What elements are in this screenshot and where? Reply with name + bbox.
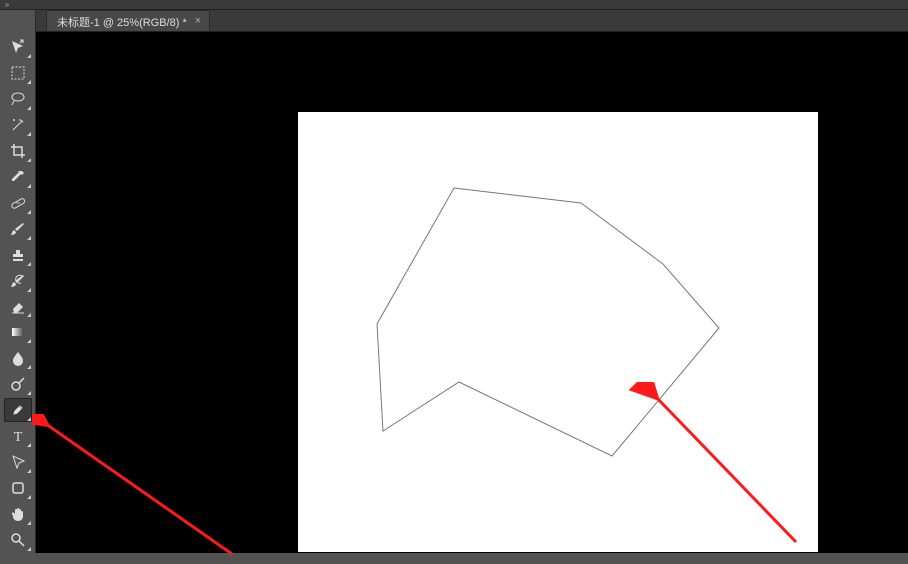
gradient-icon (10, 324, 26, 340)
magic-wand-tool[interactable] (4, 113, 32, 137)
brush-icon (10, 221, 26, 237)
eyedropper-icon (10, 169, 26, 185)
crop-tool[interactable] (4, 139, 32, 163)
zoom-tool[interactable] (4, 528, 32, 552)
tools-panel: T (0, 10, 36, 553)
stamp-tool[interactable] (4, 243, 32, 267)
shape-tool[interactable] (4, 476, 32, 500)
pathsel-icon (10, 454, 26, 470)
type-tool[interactable]: T (4, 424, 32, 448)
marquee-tool[interactable] (4, 61, 32, 85)
move-tool[interactable] (4, 35, 32, 59)
eyedropper-tool[interactable] (4, 165, 32, 189)
shape-icon (10, 480, 26, 496)
gradient-tool[interactable] (4, 320, 32, 344)
pen-tool[interactable] (4, 398, 32, 422)
dodge-icon (10, 376, 26, 392)
dodge-tool[interactable] (4, 372, 32, 396)
bandaid-icon (10, 195, 26, 211)
history-brush-tool[interactable] (4, 269, 32, 293)
brush-tool[interactable] (4, 217, 32, 241)
healing-brush-tool[interactable] (4, 191, 32, 215)
document-tab-title: 未标题-1 @ 25%(RGB/8) * (57, 14, 187, 30)
pen-icon (10, 402, 26, 418)
lasso-tool[interactable] (4, 87, 32, 111)
blur-tool[interactable] (4, 346, 32, 370)
lasso-icon (10, 91, 26, 107)
stamp-icon (10, 247, 26, 263)
svg-text:T: T (14, 430, 23, 444)
history-icon (10, 273, 26, 289)
workspace (36, 32, 908, 553)
blur-icon (10, 350, 26, 366)
hand-tool[interactable] (4, 502, 32, 526)
document-tab-strip: 未标题-1 @ 25%(RGB/8) * × (0, 10, 908, 32)
document-canvas[interactable] (298, 112, 818, 552)
drawn-path (298, 112, 818, 552)
options-bar: » (0, 0, 908, 10)
expand-panels-button[interactable]: » (0, 0, 14, 10)
hand-icon (10, 506, 26, 522)
marquee-icon (10, 65, 26, 81)
type-icon: T (10, 428, 26, 444)
move-icon (10, 39, 26, 55)
eraser-icon (10, 299, 26, 315)
eraser-tool[interactable] (4, 295, 32, 319)
wand-icon (10, 117, 26, 133)
close-tab-button[interactable]: × (193, 16, 201, 27)
zoom-icon (10, 532, 26, 548)
crop-icon (10, 143, 26, 159)
document-tab[interactable]: 未标题-1 @ 25%(RGB/8) * × (46, 10, 210, 31)
path-select-tool[interactable] (4, 450, 32, 474)
